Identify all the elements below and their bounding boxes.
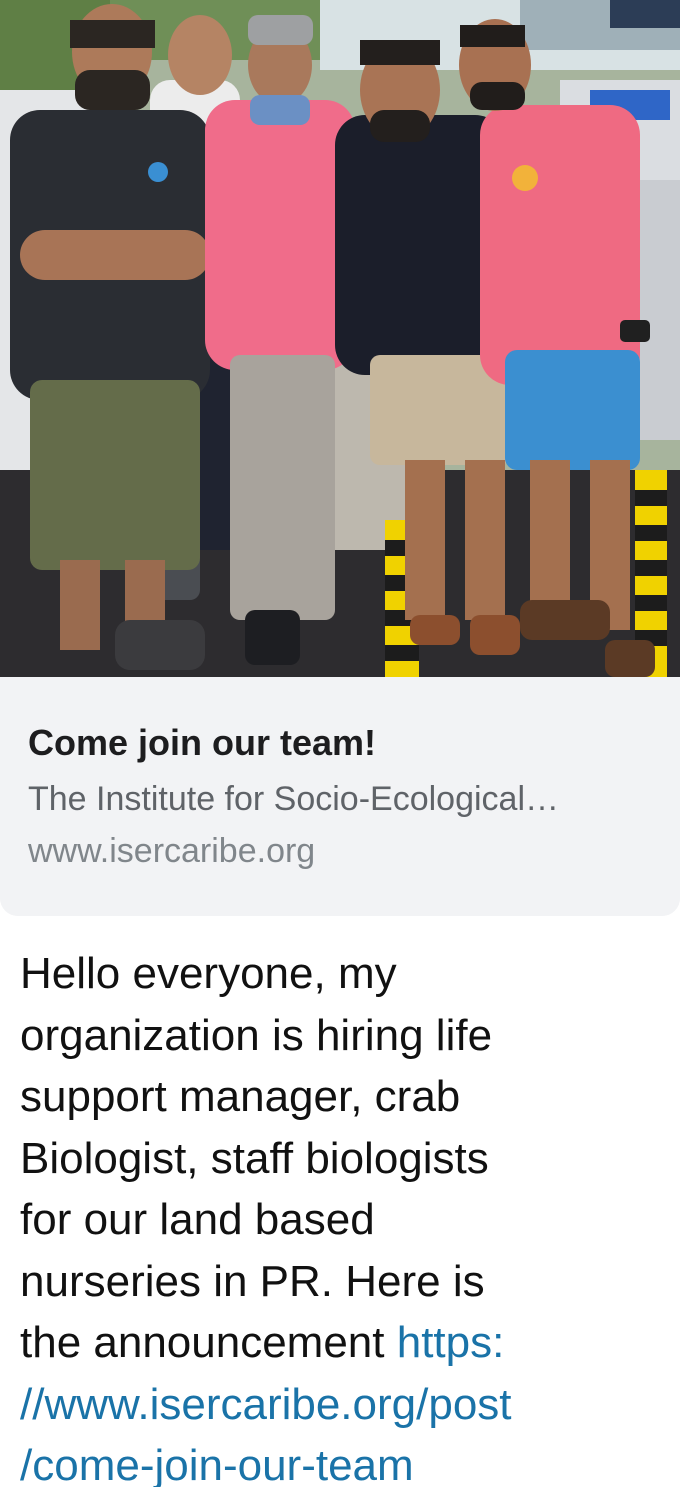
- message-line: Hello everyone, my: [20, 949, 397, 998]
- link-preview-description: The Institute for Socio-Ecological…: [28, 780, 560, 818]
- message-line-text: the announcement: [20, 1318, 397, 1367]
- announcement-link-continued[interactable]: //www.isercaribe.org/post: [20, 1380, 512, 1429]
- link-preview-image[interactable]: [0, 0, 680, 677]
- announcement-link-end[interactable]: /come-join-our-team: [20, 1441, 414, 1487]
- message-line: for our land based: [20, 1195, 375, 1244]
- link-preview-card[interactable]: Come join our team! The Institute for So…: [0, 0, 680, 916]
- message-line: the announcement https:: [20, 1312, 670, 1374]
- message-line: nurseries in PR. Here is: [20, 1256, 485, 1306]
- message-line: Biologist, staff biologists: [20, 1133, 489, 1183]
- message-link-line: /come-join-our-team: [20, 1435, 670, 1487]
- chat-screen: Come join our team! The Institute for So…: [0, 0, 690, 1487]
- message-line: organization is hiring life: [20, 1010, 493, 1060]
- announcement-link[interactable]: https:: [397, 1318, 505, 1367]
- message-line: support manager, crab: [20, 1072, 461, 1121]
- message-link-line: //www.isercaribe.org/post: [20, 1374, 670, 1436]
- link-preview-domain: www.isercaribe.org: [28, 832, 316, 870]
- link-preview-title[interactable]: Come join our team!: [28, 720, 376, 766]
- message-body: Hello everyone, my organization is hirin…: [20, 943, 670, 1487]
